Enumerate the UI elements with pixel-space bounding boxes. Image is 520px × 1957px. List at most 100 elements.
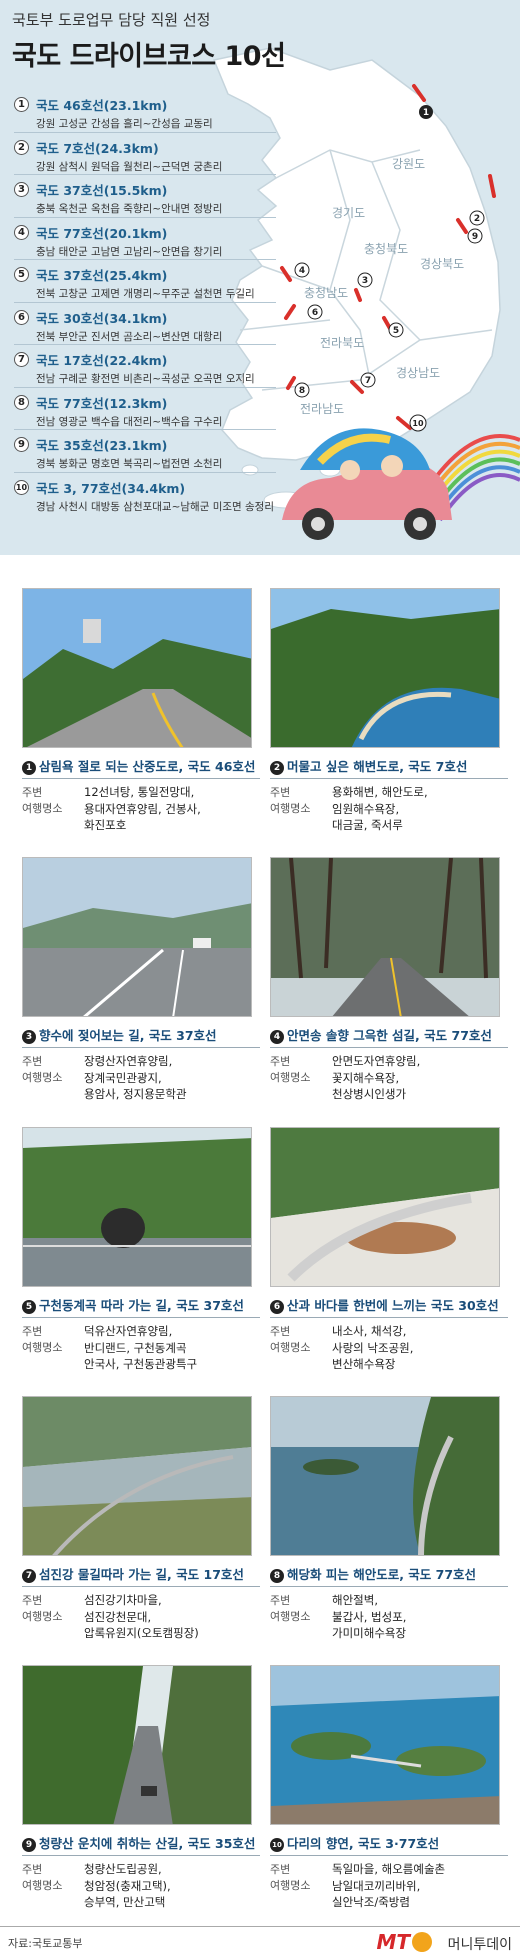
sights-list: 안면도자연휴양림, 꽃지해수욕장, 천상병시인생가 [332, 1054, 421, 1101]
sights-list: 독일마을, 해오름예술촌 남일대코끼리바위, 실안낙조/죽방렴 [332, 1862, 446, 1909]
route-name: 국도 17호선(22.4km) [36, 353, 168, 368]
course-title: 10 다리의 향연, 국도 3·77호선 [270, 1833, 516, 1852]
route-item: 4 국도 77호선(20.1km) 충남 태안군 고남면 고남리~안면읍 창기리 [14, 218, 276, 260]
route-item: 1 국도 46호선(23.1km) 강원 고성군 간성읍 흘리~간성읍 교동리 [14, 90, 276, 133]
sights-label: 주변 여행명소 [270, 1863, 311, 1892]
sights-list: 용화해변, 해안도로, 임원해수욕장, 대금굴, 죽서루 [332, 785, 428, 832]
course-number-badge: 9 [22, 1838, 36, 1852]
sights-label: 주변 여행명소 [270, 786, 311, 815]
nearby-sights: 주변 여행명소 해안절벽, 불갑사, 법성포, 가미미해수욕장 [270, 1586, 508, 1642]
nearby-sights: 주변 여행명소 12선녀탕, 통일전망대, 용대자연휴양림, 건봉사, 화진포호 [22, 778, 260, 834]
route-item: 2 국도 7호선(24.3km) 강원 삼척시 원덕읍 월천리~근덕면 궁촌리 [14, 133, 276, 175]
map-label-jeonbuk: 전라북도 [320, 336, 365, 350]
course-photo [270, 857, 500, 1017]
course-photo [270, 1665, 500, 1825]
course-title: 5 구천동계곡 따라 가는 길, 국도 37호선 [22, 1295, 268, 1314]
course-photo [22, 588, 252, 748]
route-name: 국도 7호선(24.3km) [36, 140, 159, 156]
course-photo [270, 1396, 500, 1556]
route-name: 국도 3, 77호선(34.4km) [36, 480, 186, 496]
course-photo [270, 588, 500, 748]
route-name: 국도 30호선(34.1km) [36, 310, 168, 326]
map-label-gangwon: 강원도 [392, 157, 426, 171]
course-photo [22, 1396, 252, 1556]
route-item: 3 국도 37호선(15.5km) 충북 옥천군 옥천읍 죽향리~안내면 정방리 [14, 175, 276, 218]
route-number-badge: 1 [14, 97, 29, 112]
sights-list: 12선녀탕, 통일전망대, 용대자연휴양림, 건봉사, 화진포호 [84, 785, 201, 832]
sights-label: 주변 여행명소 [270, 1325, 311, 1354]
route-description: 경남 사천시 대방동 삼천포대교~남해군 미조면 송정리 [36, 500, 275, 513]
route-description: 충북 옥천군 옥천읍 죽향리~안내면 정방리 [36, 203, 223, 215]
route-item: 10 국도 3, 77호선(34.4km) 경남 사천시 대방동 삼천포대교~남해군… [14, 473, 276, 516]
map-label-jeonnam: 전라남도 [300, 402, 345, 416]
sights-label: 주변 여행명소 [22, 1055, 63, 1084]
logo-mt: MT [376, 1930, 410, 1954]
course-number-badge: 1 [22, 761, 36, 775]
course-photo [270, 1127, 500, 1287]
sights-list: 내소사, 채석강, 사랑의 낙조공원, 변산해수욕장 [332, 1324, 414, 1371]
course-photo [22, 1665, 252, 1825]
route-description: 전남 영광군 백수읍 대전리~백수읍 구수리 [36, 415, 223, 428]
course-photo [22, 1127, 252, 1287]
sights-list: 덕유산자연휴양림, 반디랜드, 구천동계곡 안국사, 구천동관광특구 [84, 1324, 198, 1371]
source-credit: 자료:국토교통부 [8, 1937, 83, 1950]
map-label-gyeongnam: 경상남도 [396, 366, 441, 380]
course-number-badge: 7 [22, 1569, 36, 1583]
route-number-badge: 7 [14, 352, 29, 367]
map-label-gyeonggi: 경기도 [332, 206, 366, 220]
route-name: 국도 37호선(25.4km) [36, 268, 168, 283]
nearby-sights: 주변 여행명소 용화해변, 해안도로, 임원해수욕장, 대금굴, 죽서루 [270, 778, 508, 834]
route-name: 국도 77호선(20.1km) [36, 225, 168, 241]
route-description: 전북 고창군 고제면 개명리~무주군 설천면 두길리 [36, 288, 255, 300]
sights-label: 주변 여행명소 [22, 1325, 63, 1354]
course-photo [22, 857, 252, 1017]
course-number-badge: 5 [22, 1300, 36, 1314]
course-title: 4 안면송 솔향 그윽한 섬길, 국도 77호선 [270, 1025, 516, 1044]
course-number-badge: 6 [270, 1300, 284, 1314]
route-description: 경북 봉화군 명호면 북곡리~법전면 소천리 [36, 458, 223, 470]
nearby-sights: 주변 여행명소 안면도자연휴양림, 꽃지해수욕장, 천상병시인생가 [270, 1047, 508, 1103]
map-label-gyeongbuk: 경상북도 [420, 257, 465, 271]
route-name: 국도 46호선(23.1km) [36, 98, 168, 113]
map-label-chungnam: 충청남도 [304, 286, 349, 300]
sights-list: 청량산도립공원, 청암정(충재고택), 승부역, 만산고택 [84, 1862, 171, 1909]
sights-label: 주변 여행명소 [270, 1594, 311, 1623]
course-title: 8 해당화 피는 해안도로, 국도 77호선 [270, 1564, 516, 1583]
map-label-chungbuk: 충청북도 [364, 242, 409, 256]
route-number-badge: 2 [14, 139, 29, 155]
route-item: 9 국도 35호선(23.1km) 경북 봉화군 명호면 북곡리~법전면 소천리 [14, 430, 276, 473]
route-description: 충남 태안군 고남면 고남리~안면읍 창기리 [36, 245, 223, 258]
course-title: 7 섬진강 물길따라 가는 길, 국도 17호선 [22, 1564, 268, 1583]
route-item: 6 국도 30호선(34.1km) 전북 부안군 진서면 곰소리~변산면 대항리 [14, 303, 276, 345]
route-name: 국도 35호선(23.1km) [36, 438, 168, 453]
route-name: 국도 77호선(12.3km) [36, 395, 168, 411]
route-item: 7 국도 17호선(22.4km) 전남 구례군 황전면 비촌리~곡성군 오곡면 오… [14, 345, 276, 388]
route-description: 강원 고성군 간성읍 흘리~간성읍 교동리 [36, 118, 213, 130]
route-name: 국도 37호선(15.5km) [36, 183, 168, 198]
nearby-sights: 주변 여행명소 내소사, 채석강, 사랑의 낙조공원, 변산해수욕장 [270, 1317, 508, 1373]
route-number-badge: 3 [14, 182, 29, 197]
nearby-sights: 주변 여행명소 청량산도립공원, 청암정(충재고택), 승부역, 만산고택 [22, 1855, 260, 1911]
route-description: 강원 삼척시 원덕읍 월천리~근덕면 궁촌리 [36, 160, 223, 173]
course-number-badge: 3 [22, 1030, 36, 1044]
route-number-badge: 4 [14, 224, 29, 240]
course-title: 9 청량산 운치에 취하는 산길, 국도 35호선 [22, 1833, 268, 1852]
header-subtitle: 국토부 도로업무 담당 직원 선정 [12, 11, 211, 29]
route-item: 8 국도 77호선(12.3km) 전남 영광군 백수읍 대전리~백수읍 구수리 [14, 388, 276, 430]
nearby-sights: 주변 여행명소 장령산자연휴양림, 장계국민관광지, 용암사, 정지용문학관 [22, 1047, 260, 1103]
route-number-badge: 6 [14, 309, 29, 325]
route-number-badge: 5 [14, 267, 29, 282]
course-title: 3 향수에 젖어보는 길, 국도 37호선 [22, 1025, 268, 1044]
footer: 자료:국토교통부 MT 머니투데이 [0, 1926, 520, 1957]
route-description: 전남 구례군 황전면 비촌리~곡성군 오곡면 오지리 [36, 373, 255, 385]
course-number-badge: 8 [270, 1569, 284, 1583]
nearby-sights: 주변 여행명소 덕유산자연휴양림, 반디랜드, 구천동계곡 안국사, 구천동관광특구 [22, 1317, 260, 1373]
sights-label: 주변 여행명소 [22, 1863, 63, 1892]
route-number-badge: 9 [14, 437, 29, 452]
course-number-badge: 4 [270, 1030, 284, 1044]
route-number-badge: 8 [14, 394, 29, 410]
brand-logo: MT 머니투데이 [352, 1930, 512, 1954]
course-number-badge: 10 [270, 1838, 284, 1852]
sights-list: 해안절벽, 불갑사, 법성포, 가미미해수욕장 [332, 1593, 407, 1640]
nearby-sights: 주변 여행명소 독일마을, 해오름예술촌 남일대코끼리바위, 실안낙조/죽방렴 [270, 1855, 508, 1911]
